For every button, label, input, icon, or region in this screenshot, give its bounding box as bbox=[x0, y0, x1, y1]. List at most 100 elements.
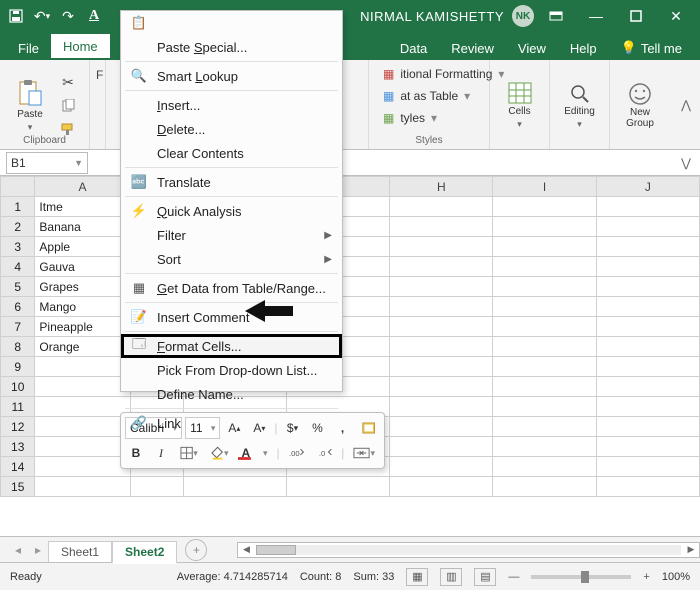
cell[interactable] bbox=[390, 417, 493, 437]
cell[interactable] bbox=[183, 477, 286, 497]
row-header[interactable]: 2 bbox=[1, 217, 35, 237]
row-header[interactable]: 4 bbox=[1, 257, 35, 277]
cell[interactable] bbox=[493, 477, 596, 497]
close-icon[interactable]: ✕ bbox=[658, 3, 694, 29]
cell-styles[interactable]: ▦tyles ▾ bbox=[375, 108, 483, 128]
context-get-data-from-table[interactable]: ▦Get Data from Table/Range... bbox=[121, 276, 342, 300]
context-pick-from-list[interactable]: Pick From Drop-down List... bbox=[121, 358, 342, 382]
zoom-out-icon[interactable]: — bbox=[508, 571, 519, 583]
cell[interactable]: Banana bbox=[35, 217, 130, 237]
scroll-right-icon[interactable]: ▶ bbox=[685, 544, 697, 555]
cell[interactable] bbox=[596, 277, 699, 297]
borders-icon[interactable]: ▾ bbox=[175, 442, 203, 464]
cell[interactable] bbox=[390, 337, 493, 357]
row-header[interactable]: 5 bbox=[1, 277, 35, 297]
cell[interactable]: Itme bbox=[35, 197, 130, 217]
cell[interactable] bbox=[390, 237, 493, 257]
context-translate[interactable]: 🔤Translate bbox=[121, 170, 342, 194]
context-link[interactable]: 🔗Link bbox=[121, 411, 342, 435]
cell[interactable] bbox=[390, 377, 493, 397]
expand-formula-bar-icon[interactable]: ⋁ bbox=[672, 156, 700, 170]
tab-home[interactable]: Home bbox=[51, 34, 110, 60]
select-all-corner[interactable] bbox=[1, 177, 35, 197]
save-icon[interactable] bbox=[6, 6, 26, 26]
cell[interactable]: Mango bbox=[35, 297, 130, 317]
cell[interactable] bbox=[493, 297, 596, 317]
cell[interactable]: Pineapple bbox=[35, 317, 130, 337]
tab-data[interactable]: Data bbox=[388, 36, 439, 60]
context-define-name[interactable]: Define Name... bbox=[121, 382, 342, 406]
paste-button[interactable]: Paste ▾ bbox=[6, 76, 54, 136]
row-header[interactable]: 12 bbox=[1, 417, 35, 437]
worksheet-grid[interactable]: ABFGHIJ1ItmeQua2Banana3Apple4Gauva5Grape… bbox=[0, 176, 700, 536]
cell[interactable] bbox=[35, 417, 130, 437]
cell[interactable] bbox=[596, 477, 699, 497]
minimize-icon[interactable]: — bbox=[578, 3, 614, 29]
context-quick-analysis[interactable]: ⚡Quick Analysis bbox=[121, 199, 342, 223]
cell[interactable] bbox=[35, 437, 130, 457]
zoom-slider[interactable] bbox=[531, 575, 631, 579]
scrollbar-track[interactable] bbox=[256, 545, 681, 555]
sheet-tab-inactive[interactable]: Sheet1 bbox=[48, 541, 112, 562]
merge-center-icon[interactable]: ▾ bbox=[348, 442, 380, 464]
font-color-icon[interactable]: A▾ bbox=[237, 442, 273, 464]
decrease-decimal-icon[interactable]: .0 bbox=[312, 442, 337, 464]
row-header[interactable]: 6 bbox=[1, 297, 35, 317]
bold-button[interactable]: B bbox=[125, 442, 147, 464]
context-sort[interactable]: Sort▶ bbox=[121, 247, 342, 271]
view-page-break-icon[interactable]: ▤ bbox=[474, 568, 496, 586]
context-insert-comment[interactable]: 📝Insert Comment bbox=[121, 305, 342, 329]
cell[interactable] bbox=[596, 377, 699, 397]
ribbon-options-icon[interactable] bbox=[538, 3, 574, 29]
row-header[interactable]: 1 bbox=[1, 197, 35, 217]
context-clear-contents[interactable]: Clear Contents bbox=[121, 141, 342, 165]
undo-icon[interactable]: ↶▾ bbox=[32, 6, 52, 26]
cell[interactable] bbox=[596, 197, 699, 217]
row-header[interactable]: 7 bbox=[1, 317, 35, 337]
cell[interactable] bbox=[493, 337, 596, 357]
cell[interactable] bbox=[35, 477, 130, 497]
cell[interactable] bbox=[493, 217, 596, 237]
cut-icon[interactable]: ✂ bbox=[58, 73, 78, 93]
cell[interactable] bbox=[390, 357, 493, 377]
cell[interactable] bbox=[35, 397, 130, 417]
cell[interactable] bbox=[390, 317, 493, 337]
copy-icon[interactable] bbox=[58, 96, 78, 116]
cell[interactable] bbox=[286, 477, 389, 497]
cell[interactable]: Orange bbox=[35, 337, 130, 357]
cell[interactable] bbox=[390, 397, 493, 417]
cell[interactable] bbox=[493, 197, 596, 217]
new-group-button[interactable]: New Group bbox=[616, 76, 664, 136]
sheet-nav-prev-icon[interactable]: ◂ bbox=[8, 543, 28, 557]
row-header[interactable]: 13 bbox=[1, 437, 35, 457]
sheet-nav-next-icon[interactable]: ▸ bbox=[28, 543, 48, 557]
cell[interactable] bbox=[130, 477, 183, 497]
row-header[interactable]: 14 bbox=[1, 457, 35, 477]
zoom-slider-handle[interactable] bbox=[581, 571, 589, 583]
cell[interactable] bbox=[35, 457, 130, 477]
font-glyph-icon[interactable]: A bbox=[84, 6, 104, 26]
horizontal-scrollbar[interactable]: ◀ ▶ bbox=[237, 542, 700, 558]
redo-icon[interactable]: ↷ bbox=[58, 6, 78, 26]
cell[interactable] bbox=[390, 277, 493, 297]
cell[interactable] bbox=[493, 437, 596, 457]
cell[interactable] bbox=[390, 437, 493, 457]
cells-button[interactable]: Cells ▾ bbox=[496, 76, 543, 136]
format-as-table[interactable]: ▦at as Table ▾ bbox=[375, 86, 483, 106]
user-avatar[interactable]: NK bbox=[512, 5, 534, 27]
context-smart-lookup[interactable]: 🔍Smart Lookup bbox=[121, 64, 342, 88]
cell[interactable] bbox=[390, 217, 493, 237]
cell[interactable] bbox=[596, 437, 699, 457]
fill-color-icon[interactable]: ▾ bbox=[206, 442, 234, 464]
cell[interactable] bbox=[493, 257, 596, 277]
cell[interactable] bbox=[390, 477, 493, 497]
cell[interactable] bbox=[596, 397, 699, 417]
cell[interactable] bbox=[596, 417, 699, 437]
cell[interactable] bbox=[493, 357, 596, 377]
increase-decimal-icon[interactable]: .00 bbox=[284, 442, 309, 464]
tab-view[interactable]: View bbox=[506, 36, 558, 60]
scroll-left-icon[interactable]: ◀ bbox=[240, 544, 252, 555]
row-header[interactable]: 10 bbox=[1, 377, 35, 397]
cell[interactable]: Grapes bbox=[35, 277, 130, 297]
maximize-icon[interactable] bbox=[618, 3, 654, 29]
